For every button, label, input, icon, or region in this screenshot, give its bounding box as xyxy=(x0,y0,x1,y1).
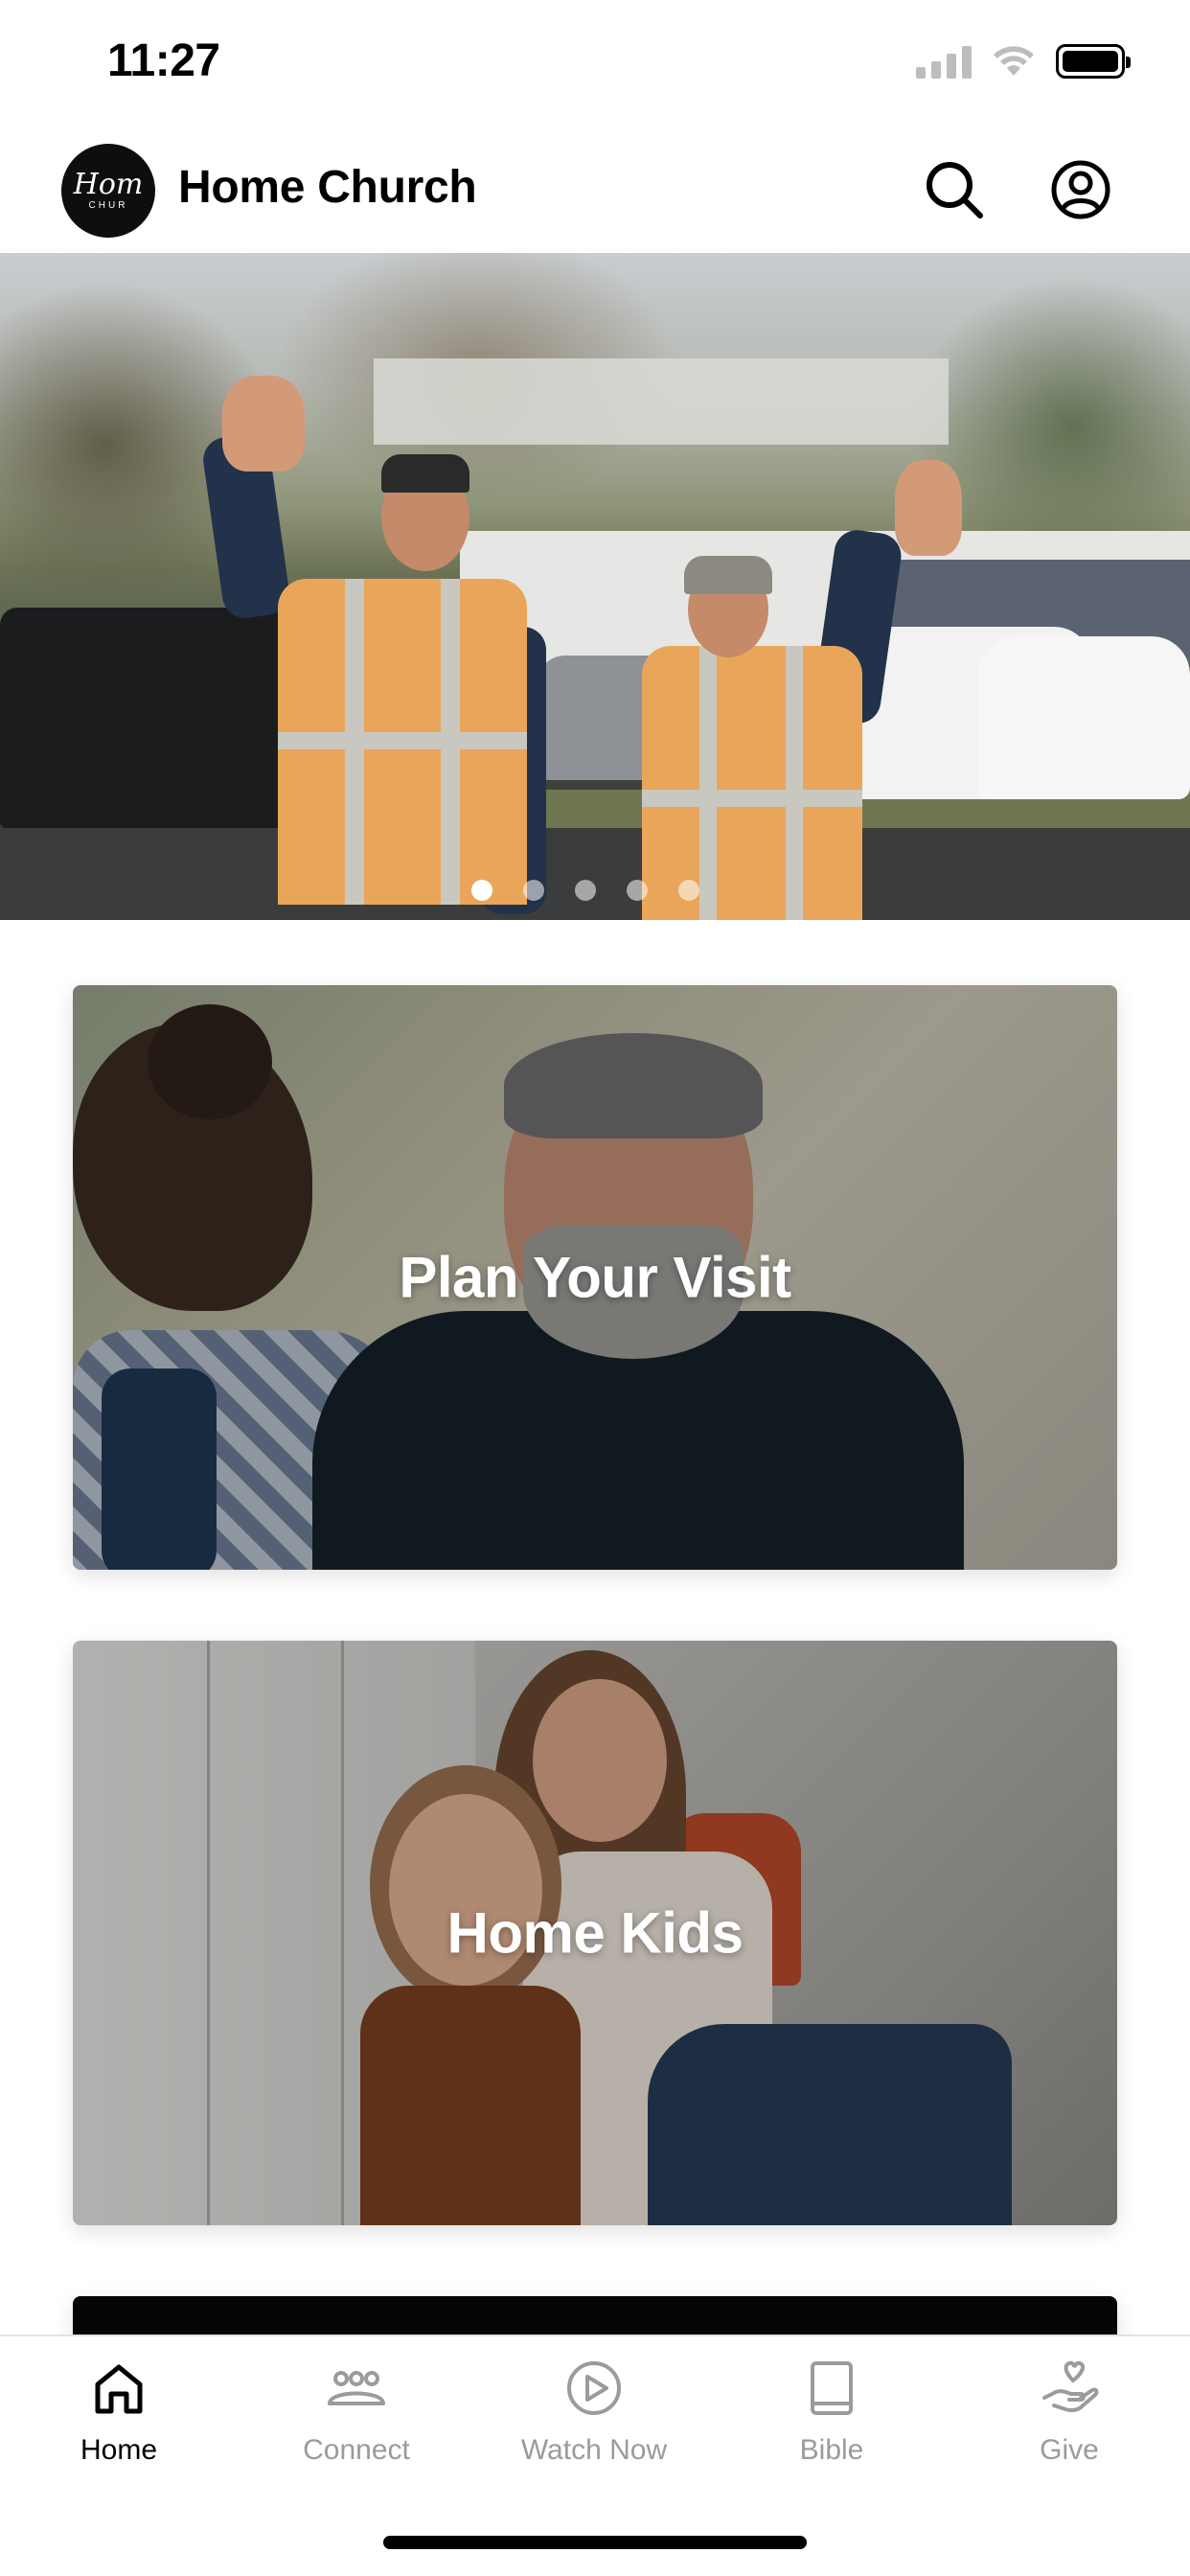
tab-label: Bible xyxy=(799,2434,864,2466)
logo-small-text: CHUR xyxy=(88,199,128,211)
tab-give[interactable]: Give xyxy=(950,2356,1188,2467)
play-circle-icon xyxy=(567,2361,621,2415)
carousel-pagination xyxy=(0,880,1190,901)
tab-home[interactable]: Home xyxy=(0,2356,238,2467)
tab-label: Give xyxy=(1040,2434,1099,2466)
home-indicator[interactable] xyxy=(383,2536,807,2549)
app-title: Home Church xyxy=(178,162,477,213)
plan-your-visit-card[interactable]: Plan Your Visit xyxy=(73,985,1117,1570)
app-header: Hom CHUR Home Church xyxy=(0,126,1190,253)
truck-image xyxy=(0,608,297,828)
card-title: Home Kids xyxy=(446,1900,744,1966)
carousel-dot[interactable] xyxy=(523,880,544,901)
app-screen: 11:27 Hom CHUR Home Church Plan Your Vis… xyxy=(0,0,1190,2576)
carousel-dot[interactable] xyxy=(678,880,699,901)
church-logo[interactable]: Hom CHUR xyxy=(61,144,155,238)
tab-watch-now[interactable]: Watch Now xyxy=(475,2356,713,2467)
tab-connect[interactable]: Connect xyxy=(238,2356,475,2467)
tab-label: Home xyxy=(80,2434,158,2466)
status-bar: 11:27 xyxy=(0,0,1190,126)
home-icon xyxy=(95,2364,143,2414)
carousel-dot[interactable] xyxy=(471,880,492,901)
tab-bible[interactable]: Bible xyxy=(713,2356,950,2467)
search-button[interactable] xyxy=(920,155,989,224)
battery-icon xyxy=(1056,44,1131,79)
hand-heart-icon xyxy=(1042,2360,1099,2413)
user-circle-icon xyxy=(1051,160,1110,219)
wifi-icon xyxy=(994,46,1034,76)
logo-script-text: Hom xyxy=(73,167,144,201)
tab-label: Watch Now xyxy=(520,2434,668,2466)
search-icon xyxy=(927,162,983,218)
people-group-icon xyxy=(328,2371,385,2405)
cellular-signal-icon xyxy=(916,44,972,79)
status-icons xyxy=(916,44,1131,79)
profile-button[interactable] xyxy=(1046,155,1115,224)
hero-carousel[interactable] xyxy=(0,253,1190,920)
carousel-dot[interactable] xyxy=(575,880,596,901)
home-kids-card[interactable]: Home Kids xyxy=(73,1641,1117,2225)
book-icon xyxy=(811,2361,853,2415)
card-title: Plan Your Visit xyxy=(399,1245,791,1310)
tab-label: Connect xyxy=(303,2434,410,2466)
status-time: 11:27 xyxy=(107,35,220,86)
carousel-dot[interactable] xyxy=(627,880,648,901)
